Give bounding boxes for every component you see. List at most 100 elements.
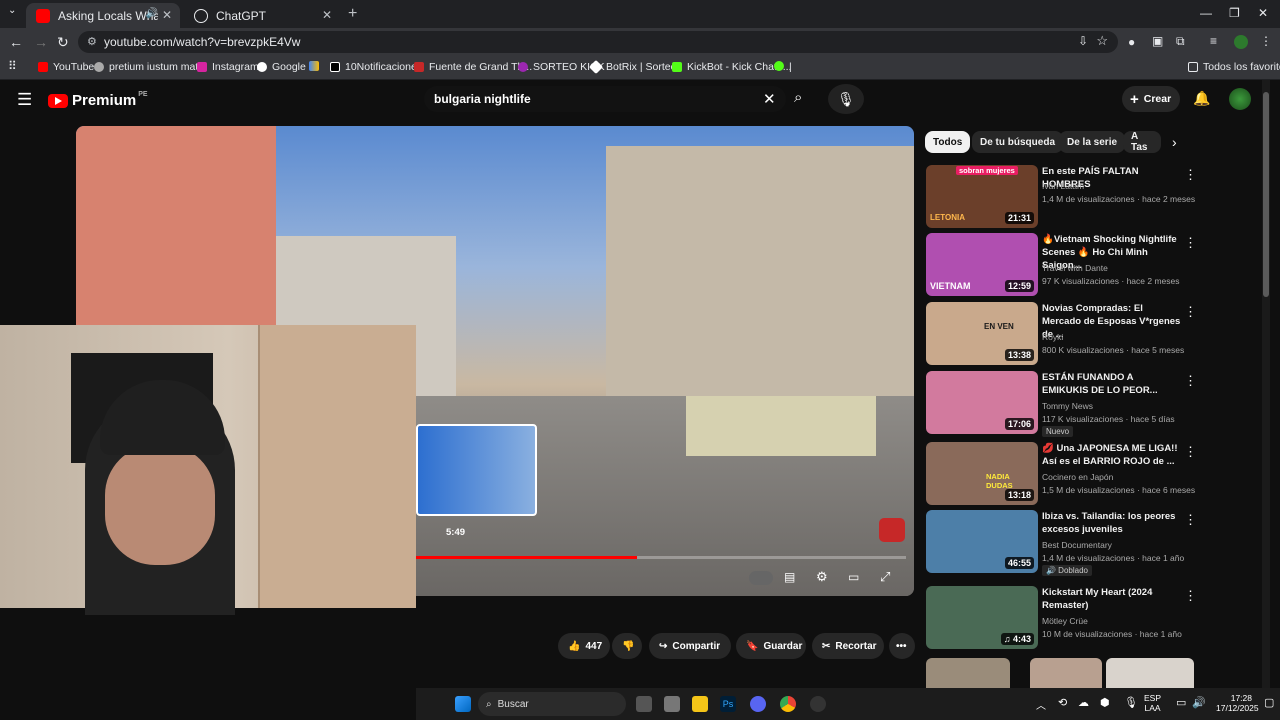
rec-video[interactable]: NADIA DUDAS 13:18 💋 Una JAPONESA ME LIGA… xyxy=(926,442,1266,506)
autoplay-toggle[interactable] xyxy=(749,571,773,585)
new-tab-button[interactable]: + xyxy=(348,5,357,23)
maximize-button[interactable]: ❐ xyxy=(1229,6,1240,20)
reload-icon[interactable]: ↻ xyxy=(57,34,69,51)
bookmark-10notificaciones[interactable]: 10Notificaciones xyxy=(330,61,422,73)
volume-icon[interactable]: 🔊 xyxy=(1192,696,1206,709)
clear-search-icon[interactable]: ✕ xyxy=(763,90,776,108)
bookmark-item[interactable] xyxy=(309,61,324,71)
chip-next[interactable]: A Tas xyxy=(1123,131,1161,153)
rec-thumbnail-partial[interactable] xyxy=(926,658,1010,688)
tab-chatgpt[interactable]: ChatGPT ✕ xyxy=(184,3,340,28)
rec-menu-icon[interactable]: ⋮ xyxy=(1184,373,1197,389)
taskbar-search-box[interactable]: ⌕ Buscar xyxy=(478,692,626,716)
search-icon[interactable]: ⌕ xyxy=(794,89,802,106)
chip-de-la-serie[interactable]: De la serie xyxy=(1059,131,1126,153)
rec-video[interactable]: 46:55 Ibiza vs. Tailandia: los peores ex… xyxy=(926,510,1266,576)
tray-chevron-icon[interactable]: ︿ xyxy=(1036,697,1046,712)
tray-icon[interactable]: ☁ xyxy=(1078,696,1089,709)
notification-center-icon[interactable]: ▢ xyxy=(1264,696,1274,709)
rec-thumbnail-partial[interactable] xyxy=(1106,658,1194,688)
rec-menu-icon[interactable]: ⋮ xyxy=(1184,167,1197,183)
chip-de-tu-busqueda[interactable]: De tu búsqueda xyxy=(972,131,1064,153)
file-explorer-icon[interactable] xyxy=(692,696,708,712)
address-bar[interactable]: ⚙ youtube.com/watch?v=brevzpkE4Vw ⇩ ☆ xyxy=(78,31,1118,53)
language-indicator[interactable]: ESP LAA xyxy=(1144,693,1161,713)
search-input[interactable]: bulgaria nightlife xyxy=(424,86,786,112)
notifications-bell-icon[interactable]: 🔔 xyxy=(1193,90,1210,107)
bookmark-fuente-gta[interactable]: Fuente de Grand Th... xyxy=(414,61,532,73)
rec-thumbnail-partial[interactable] xyxy=(1030,658,1102,688)
rec-menu-icon[interactable]: ⋮ xyxy=(1184,444,1197,460)
tray-icon[interactable]: ⟲ xyxy=(1058,696,1067,709)
bookmark-10[interactable]: 10 xyxy=(774,61,789,71)
microphone-icon[interactable]: 🎙 xyxy=(1124,696,1138,709)
miniplayer-icon[interactable]: ▭ xyxy=(848,570,859,584)
like-button[interactable]: 👍 447 xyxy=(558,633,610,659)
all-bookmarks[interactable]: Todos los favoritos xyxy=(1188,61,1280,73)
progress-bar[interactable] xyxy=(416,556,906,559)
save-button[interactable]: 🔖 Guardar xyxy=(736,633,806,659)
voice-search-icon[interactable]: 🎙 xyxy=(828,84,864,114)
share-button[interactable]: ↪ Compartir xyxy=(649,633,731,659)
chrome-icon[interactable] xyxy=(780,696,796,712)
extensions-puzzle-icon[interactable]: ⧉ xyxy=(1176,34,1185,49)
bookmark-instagram[interactable]: Instagram xyxy=(197,61,259,73)
bookmark-star-icon[interactable]: ☆ xyxy=(1096,33,1108,49)
subtitles-icon[interactable]: ▤ xyxy=(784,570,795,584)
chevron-right-icon[interactable]: › xyxy=(1172,134,1177,150)
bookmark-botrix[interactable]: BotRix | Sorteos xyxy=(588,59,682,75)
subscribe-watermark[interactable] xyxy=(879,518,905,542)
windows-start-icon[interactable] xyxy=(455,696,471,712)
tray-icon[interactable]: ⬢ xyxy=(1100,696,1110,709)
rec-menu-icon[interactable]: ⋮ xyxy=(1184,588,1197,604)
create-button[interactable]: + Crear xyxy=(1122,86,1180,112)
bookmark-pretium[interactable]: pretium iustum mat... xyxy=(94,61,207,73)
share-icon: ↪ xyxy=(659,640,668,652)
extension-icon[interactable]: ▣ xyxy=(1152,34,1163,48)
rec-video[interactable]: 17:06 ESTÁN FUNANDO A EMIKUKIS DE LO PEO… xyxy=(926,371,1266,437)
taskbar-app-icon[interactable] xyxy=(664,696,680,712)
bookmark-youtube[interactable]: YouTube xyxy=(38,61,94,73)
audio-icon[interactable]: 🔊 xyxy=(146,8,158,19)
fullscreen-icon[interactable]: ⤢ xyxy=(880,569,890,585)
discord-icon[interactable] xyxy=(750,696,766,712)
rec-video[interactable]: EN VEN 13:38 Novias Compradas: El Mercad… xyxy=(926,302,1266,366)
taskbar-app-icon[interactable] xyxy=(810,696,826,712)
hamburger-menu-icon[interactable]: ☰ xyxy=(17,90,32,110)
clock[interactable]: 17:28 17/12/2025 xyxy=(1216,693,1259,713)
rec-menu-icon[interactable]: ⋮ xyxy=(1184,235,1197,251)
account-avatar[interactable] xyxy=(1229,88,1251,110)
rec-menu-icon[interactable]: ⋮ xyxy=(1184,512,1197,528)
task-view-icon[interactable] xyxy=(636,696,652,712)
back-icon[interactable]: ← xyxy=(9,34,23,50)
profile-avatar[interactable] xyxy=(1234,35,1248,49)
bookmark-google[interactable]: Google xyxy=(257,61,306,73)
rec-video[interactable]: VIETNAM 12:59 🔥Vietnam Shocking Nightlif… xyxy=(926,233,1266,297)
close-tab-icon[interactable]: ✕ xyxy=(322,8,332,22)
site-info-icon[interactable]: ⚙ xyxy=(87,35,97,48)
dislike-button[interactable]: 👎 xyxy=(612,633,642,659)
rec-video[interactable]: ♫ 4:43 Kickstart My Heart (2024 Remaster… xyxy=(926,586,1266,650)
clip-button[interactable]: ✂ Recortar xyxy=(812,633,884,659)
network-icon[interactable]: ▭ xyxy=(1176,696,1186,709)
rec-menu-icon[interactable]: ⋮ xyxy=(1184,304,1197,320)
photoshop-icon[interactable]: Ps xyxy=(720,696,736,712)
apps-grid-icon[interactable]: ⠿ xyxy=(8,59,17,73)
forward-icon[interactable]: → xyxy=(34,34,48,50)
scrollbar[interactable] xyxy=(1262,80,1270,688)
install-icon[interactable]: ⇩ xyxy=(1078,34,1088,48)
more-actions-button[interactable]: ••• xyxy=(889,633,915,659)
close-tab-icon[interactable]: ✕ xyxy=(162,8,172,22)
menu-kebab-icon[interactable]: ⋮ xyxy=(1260,34,1272,48)
scrollbar-thumb[interactable] xyxy=(1263,92,1269,297)
tab-search-icon[interactable]: ⌄ xyxy=(8,5,16,16)
reading-list-icon[interactable]: ≡ xyxy=(1210,34,1217,48)
extension-icon[interactable]: ● xyxy=(1128,35,1135,49)
chip-todos[interactable]: Todos xyxy=(925,131,971,153)
close-window-button[interactable]: ✕ xyxy=(1258,6,1268,20)
rec-video[interactable]: sobran mujeres LETONIA 21:31 En este PAÍ… xyxy=(926,165,1266,229)
minimize-button[interactable]: — xyxy=(1200,6,1212,20)
youtube-premium-logo[interactable]: Premium PE xyxy=(48,91,148,109)
tab-youtube[interactable]: Asking Locals What to Do P 🔊 ✕ xyxy=(26,3,180,28)
settings-gear-icon[interactable]: ⚙ xyxy=(816,569,828,585)
